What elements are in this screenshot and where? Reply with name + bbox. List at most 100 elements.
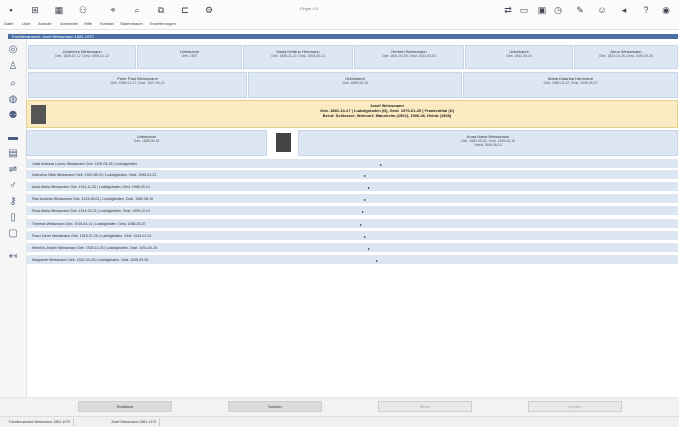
menu-stammbaum[interactable]: Stammbaum <box>120 21 143 26</box>
status-tab[interactable]: Familienansicht Weissmann 1881-1970 <box>6 418 75 426</box>
child-text: Theresia Weissmann Geb. 1916-03-11 | Lud… <box>32 222 146 226</box>
child-text: Katharina Hilde Weissmann Geb. 1910-08-0… <box>32 173 157 177</box>
menu-liste[interactable]: Liste <box>22 21 30 26</box>
grandparent-card[interactable]: Anna Weissmann Geb. 1843-10-28, Gest. 19… <box>574 45 678 69</box>
settings-icon[interactable]: ⚙ <box>204 5 214 15</box>
back-icon[interactable]: ◂ <box>619 5 629 15</box>
person-dates: Geb. 1885-06-18 <box>133 139 160 143</box>
marriage-date: Heirat 1906-06-14 <box>474 143 502 147</box>
menu-erweiterungen[interactable]: Erweiterungen <box>150 21 176 26</box>
child-text: Anna Maria Weissmann Geb. 1911-11-30 | L… <box>32 185 150 189</box>
menubar: Datei Liste Ansicht Anmelden Hilfe Konta… <box>0 20 679 30</box>
person-photo <box>31 105 46 124</box>
child-row[interactable]: Anna Maria Weissmann Geb. 1911-11-30 | L… <box>26 182 678 192</box>
shuffle-icon[interactable]: ⇌ <box>7 164 19 176</box>
copy-icon[interactable]: ⧉ <box>156 5 166 15</box>
person-dates: Geb. 1836-07-12, Gest. 1906-01-12 <box>55 54 109 58</box>
menu-hilfe[interactable]: Hilfe <box>84 21 92 26</box>
grandparent-card[interactable]: Johannes Weissmann Geb. 1836-07-12, Gest… <box>28 45 136 69</box>
help-icon[interactable]: ? <box>641 5 651 15</box>
parent-card[interactable]: Maria Katarina Herrmann Geb. 1860-03-12,… <box>463 72 678 98</box>
focus-text: Josef Weissmann Geb. 1881-10-27 | Ludwig… <box>147 103 627 118</box>
user-icon[interactable]: ◉ <box>661 5 671 15</box>
person-icon[interactable]: ☺ <box>597 5 607 15</box>
child-text: Paul Andreas Weissmann Geb. 1913-06-02 |… <box>32 197 154 201</box>
images-button[interactable]: Bilder <box>378 401 472 412</box>
grid-icon[interactable]: ▦ <box>54 5 64 15</box>
folder-icon[interactable]: ▤ <box>7 148 19 160</box>
toolbar: ▪ ⊞ ▦ ⚇ ⌖ ⌕ ⧉ ⊏ ⚙ Finger 4.0 ⇄ ▭ ▣ ◷ ✎ ☺… <box>0 0 679 22</box>
person-dates: Geb. 1842-05-10 <box>506 54 532 58</box>
child-row[interactable]: Heinrich Joseph Weissmann Geb. 1920-11-0… <box>26 243 678 253</box>
child-row[interactable]: Franz Xaver Weissmann Geb. 1918-07-25 | … <box>26 231 678 241</box>
expand-icon[interactable]: ▸ <box>376 258 378 263</box>
spouse-card[interactable]: Unbekannt Geb. 1885-06-18 <box>26 130 267 156</box>
edit-icon[interactable]: ✎ <box>575 5 585 15</box>
grandparent-card[interactable]: Unbekannt Geb. 1842-05-10 <box>465 45 573 69</box>
link-icon[interactable]: ⊏ <box>180 5 190 15</box>
status-bar: Familienansicht Weissmann 1881-1970 Jose… <box>0 416 679 427</box>
sources-button[interactable]: Quellen <box>528 401 622 412</box>
person-dates: Geb. 1837 <box>181 54 198 58</box>
person-dates: Geb. 1838-11-22, Gest. 1908-05-13 <box>271 54 325 58</box>
grandparent-card[interactable]: Herbert Weissmann Geb. 1841-04-03, Gest.… <box>354 45 464 69</box>
tree-icon[interactable]: ⊞ <box>30 5 40 15</box>
layers-icon[interactable]: ◍ <box>7 94 19 106</box>
gender-icon[interactable]: ♂ <box>7 180 19 192</box>
expand-icon[interactable]: ▸ <box>364 173 366 178</box>
photo-icon[interactable]: ▣ <box>537 5 547 15</box>
parent-card[interactable]: Peter Paul Weissmann Geb. 1856-01-17, Ge… <box>28 72 247 98</box>
panel-header: Familienansicht: Josef Weissmann 1881-19… <box>8 34 678 39</box>
child-text: Franz Xaver Weissmann Geb. 1918-07-25 | … <box>32 234 152 238</box>
search-icon[interactable]: ⌕ <box>132 5 142 15</box>
tool-icon[interactable]: ⌖ <box>108 5 118 15</box>
expand-icon[interactable]: ▸ <box>364 234 366 239</box>
expand-icon[interactable]: ▸ <box>362 209 364 214</box>
people-icon[interactable]: ⚉ <box>7 110 19 122</box>
menu-datei[interactable]: Datei <box>4 21 13 26</box>
expand-icon[interactable]: ▸ <box>364 197 366 202</box>
bottom-button-bar: Relations Notizen Bilder Quellen <box>0 397 679 417</box>
child-row[interactable]: Rosa Maria Weissmann Geb. 1914-09-21 | L… <box>26 206 678 216</box>
share-icon[interactable]: ⇄ <box>503 5 513 15</box>
child-row[interactable]: Theresia Weissmann Geb. 1916-03-11 | Lud… <box>26 219 678 229</box>
expand-icon[interactable]: ▸ <box>368 185 370 190</box>
save-icon[interactable]: ▪ <box>6 5 16 15</box>
card-icon[interactable]: ▬ <box>7 132 19 144</box>
search-icon[interactable]: ⌕ <box>7 78 19 90</box>
child-row[interactable]: Katharina Hilde Weissmann Geb. 1910-08-0… <box>26 170 678 180</box>
spouse-card[interactable]: Anna Maria Weissmann Geb. 1884-09-02, Ge… <box>298 130 678 156</box>
child-text: Josef Andreas Lorenz Weissmann Geb. 1909… <box>32 162 137 166</box>
menu-anmelden[interactable]: Anmelden <box>60 21 78 26</box>
expand-icon[interactable]: ▸ <box>380 162 382 167</box>
child-row[interactable]: Paul Andreas Weissmann Geb. 1913-06-02 |… <box>26 194 678 204</box>
child-row[interactable]: Margarete Weissmann Geb. 1922-02-28 | Lu… <box>26 255 678 265</box>
child-text: Rosa Maria Weissmann Geb. 1914-09-21 | L… <box>32 209 151 213</box>
map-icon[interactable]: ▢ <box>7 228 19 240</box>
child-text: Margarete Weissmann Geb. 1922-02-28 | Lu… <box>32 258 149 262</box>
parent-card[interactable]: Unbekannt Geb. 1858-08-16 <box>248 72 462 98</box>
people-icon[interactable]: ⚇ <box>78 5 88 15</box>
grandparent-card[interactable]: Unbekannt Geb. 1837 <box>137 45 242 69</box>
doc-icon[interactable]: ▯ <box>7 212 19 224</box>
menu-kontakt[interactable]: Kontakt <box>100 21 114 26</box>
person-dates: Geb. 1841-04-03, Gest. 1921-03-04 <box>382 54 436 58</box>
status-tab[interactable]: Josef Weissmann 1881-1970 <box>108 418 161 426</box>
focus-person-card[interactable]: Josef Weissmann Geb. 1881-10-27 | Ludwig… <box>26 100 678 128</box>
notes-button[interactable]: Notizen <box>228 401 322 412</box>
globe-icon[interactable]: ◎ <box>7 44 19 56</box>
arrow-left-icon[interactable]: ↤ <box>7 251 19 263</box>
page-icon[interactable]: ▭ <box>519 5 529 15</box>
chart-icon[interactable]: ◷ <box>553 5 563 15</box>
expand-icon[interactable]: ▸ <box>360 222 362 227</box>
key-icon[interactable]: ⚷ <box>7 196 19 208</box>
relations-button[interactable]: Relations <box>78 401 172 412</box>
person-dates: Geb. 1843-10-28, Gest. 1920-09-26 <box>599 54 653 58</box>
grandparent-card[interactable]: Maria Kristina Herrmann Geb. 1838-11-22,… <box>243 45 353 69</box>
expand-icon[interactable]: ▸ <box>368 246 370 251</box>
person-dates: Geb. 1860-03-12, Gest. 1935-06-07 <box>543 81 598 85</box>
person-icon[interactable]: ♙ <box>7 61 19 73</box>
menu-ansicht[interactable]: Ansicht <box>38 21 51 26</box>
panel-header-title: Familienansicht: Josef Weissmann 1881-19… <box>12 34 94 39</box>
child-row[interactable]: Josef Andreas Lorenz Weissmann Geb. 1909… <box>26 159 678 169</box>
